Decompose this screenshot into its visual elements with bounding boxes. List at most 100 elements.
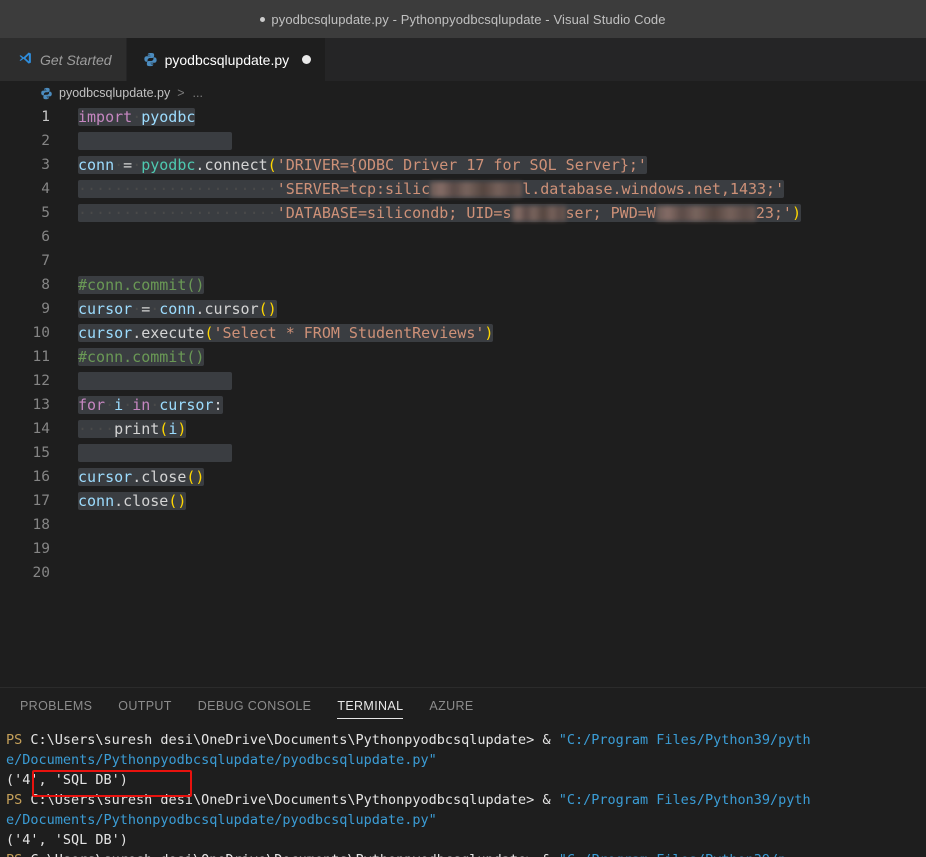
token-function: print	[114, 420, 160, 438]
token-argument: i	[168, 420, 178, 438]
breadcrumb-file[interactable]: pyodbcsqlupdate.py	[59, 86, 170, 100]
terminal-output[interactable]: PS C:\Users\suresh desi\OneDrive\Documen…	[0, 724, 926, 857]
token-method: cursor	[204, 300, 259, 318]
code-line[interactable]: 19	[0, 537, 926, 561]
panel-tab-problems[interactable]: PROBLEMS	[20, 688, 92, 724]
token-variable: cursor	[78, 300, 133, 318]
line-number: 12	[32, 373, 50, 389]
code-line[interactable]: 9 cursor·=·conn.cursor()	[0, 297, 926, 321]
line-content[interactable]: ····print(i)	[72, 417, 187, 441]
code-line[interactable]: 14 ····print(i)	[0, 417, 926, 441]
terminal-command-wrap: e/Documents/Pythonpyodbcsqlupdate/pyodbc…	[6, 812, 437, 828]
code-editor[interactable]: 1 import·pyodbc 2 3 conn·=·pyodbc.connec…	[0, 105, 926, 687]
code-line[interactable]: 15	[0, 441, 926, 465]
line-content[interactable]: conn.close()	[72, 489, 187, 513]
line-content[interactable]	[72, 537, 78, 561]
line-number: 10	[32, 325, 50, 341]
editor-tab-bar: Get Started pyodbcsqlupdate.py	[0, 38, 926, 81]
panel-tab-debug-console[interactable]: DEBUG CONSOLE	[198, 688, 312, 724]
breadcrumb-overflow[interactable]: ...	[193, 86, 203, 100]
line-content[interactable]: #conn.commit()	[72, 345, 205, 369]
line-content[interactable]	[72, 129, 232, 153]
token-keyword: for	[78, 396, 106, 414]
line-content[interactable]: conn·=·pyodbc.connect('DRIVER={ODBC Driv…	[72, 153, 647, 177]
line-content[interactable]: ······················'SERVER=tcp:silic l…	[72, 177, 785, 201]
terminal-prompt-path: C:\Users\suresh desi\OneDrive\Documents\…	[30, 792, 535, 808]
token-paren: )	[484, 324, 494, 342]
line-content[interactable]: #conn.commit()	[72, 273, 205, 297]
code-line[interactable]: 5 ······················'DATABASE=silico…	[0, 201, 926, 225]
line-number: 18	[32, 517, 50, 533]
terminal-prompt-ps: PS	[6, 732, 31, 748]
line-number: 6	[41, 229, 50, 245]
token-dot: .	[132, 468, 142, 486]
breadcrumb[interactable]: pyodbcsqlupdate.py > ...	[0, 81, 926, 105]
line-content[interactable]: import·pyodbc	[72, 105, 196, 129]
line-content[interactable]: for·i·in·cursor:	[72, 393, 223, 417]
code-lines: 1 import·pyodbc 2 3 conn·=·pyodbc.connec…	[0, 105, 926, 585]
code-line[interactable]: 17 conn.close()	[0, 489, 926, 513]
line-content[interactable]: cursor.close()	[72, 465, 205, 489]
tab-dirty-dot-icon[interactable]	[302, 55, 312, 64]
code-line[interactable]: 11 #conn.commit()	[0, 345, 926, 369]
tab-bar-empty-space	[326, 38, 926, 81]
redacted-server-name	[430, 182, 523, 197]
code-line[interactable]: 2	[0, 129, 926, 153]
code-line[interactable]: 10 cursor.execute('Select * FROM Student…	[0, 321, 926, 345]
token-comment: #conn.commit()	[78, 348, 205, 366]
line-number: 16	[32, 469, 50, 485]
terminal-line: PS C:\Users\suresh desi\OneDrive\Documen…	[6, 790, 926, 810]
code-line[interactable]: 20	[0, 561, 926, 585]
token-string: 'DATABASE=silicondb; UID=s	[276, 204, 512, 222]
panel-tab-output[interactable]: OUTPUT	[118, 688, 172, 724]
python-file-icon	[40, 87, 53, 100]
line-content[interactable]	[72, 369, 232, 393]
line-content[interactable]: cursor.execute('Select * FROM StudentRev…	[72, 321, 494, 345]
line-content[interactable]: ······················'DATABASE=silicond…	[72, 201, 801, 225]
token-string: 'DRIVER={ODBC Driver 17 for SQL Server};…	[276, 156, 647, 174]
line-number: 20	[32, 565, 50, 581]
token-method: close	[123, 492, 169, 510]
panel-tab-bar: PROBLEMS OUTPUT DEBUG CONSOLE TERMINAL A…	[0, 688, 926, 724]
tab-get-started[interactable]: Get Started	[0, 38, 127, 81]
line-content[interactable]	[72, 561, 78, 585]
line-number: 9	[41, 301, 50, 317]
token-dot: .	[132, 324, 142, 342]
terminal-command: "C:/Program Files/Python39/pyth	[558, 732, 811, 748]
bottom-panel: PROBLEMS OUTPUT DEBUG CONSOLE TERMINAL A…	[0, 687, 926, 857]
line-number: 2	[41, 133, 50, 149]
breadcrumb-separator: >	[177, 86, 185, 100]
code-line[interactable]: 4 ······················'SERVER=tcp:sili…	[0, 177, 926, 201]
line-content[interactable]	[72, 441, 232, 465]
token-string: l.database.windows.net,1433;'	[522, 180, 785, 198]
line-number: 5	[41, 205, 50, 221]
tab-pyodbcsqlupdate-py[interactable]: pyodbcsqlupdate.py	[126, 38, 327, 81]
line-content[interactable]: cursor·=·conn.cursor()	[72, 297, 277, 321]
code-line[interactable]: 1 import·pyodbc	[0, 105, 926, 129]
terminal-amp: &	[534, 792, 559, 808]
vscode-logo-icon	[16, 51, 33, 68]
panel-tab-terminal[interactable]: TERMINAL	[337, 688, 404, 724]
code-line[interactable]: 7	[0, 249, 926, 273]
line-content[interactable]	[72, 249, 78, 273]
code-line[interactable]: 12	[0, 369, 926, 393]
window-title: pyodbcsqlupdate.py - Pythonpyodbcsqlupda…	[271, 11, 666, 27]
token-paren: ()	[168, 492, 187, 510]
token-object: cursor	[78, 468, 133, 486]
line-content[interactable]	[72, 225, 78, 249]
line-number: 3	[41, 157, 50, 173]
code-line[interactable]: 3 conn·=·pyodbc.connect('DRIVER={ODBC Dr…	[0, 153, 926, 177]
line-content[interactable]	[72, 513, 78, 537]
code-line[interactable]: 8 #conn.commit()	[0, 273, 926, 297]
code-line[interactable]: 16 cursor.close()	[0, 465, 926, 489]
terminal-line: ('4', 'SQL DB')	[6, 830, 926, 850]
code-line[interactable]: 6	[0, 225, 926, 249]
token-keyword: in	[132, 396, 151, 414]
code-line[interactable]: 18	[0, 513, 926, 537]
terminal-result-row: ('4', 'SQL DB')	[6, 832, 128, 848]
token-paren: ()	[186, 468, 205, 486]
code-line[interactable]: 13 for·i·in·cursor:	[0, 393, 926, 417]
line-number: 15	[32, 445, 50, 461]
redacted-password	[655, 206, 756, 221]
panel-tab-azure[interactable]: AZURE	[429, 688, 473, 724]
